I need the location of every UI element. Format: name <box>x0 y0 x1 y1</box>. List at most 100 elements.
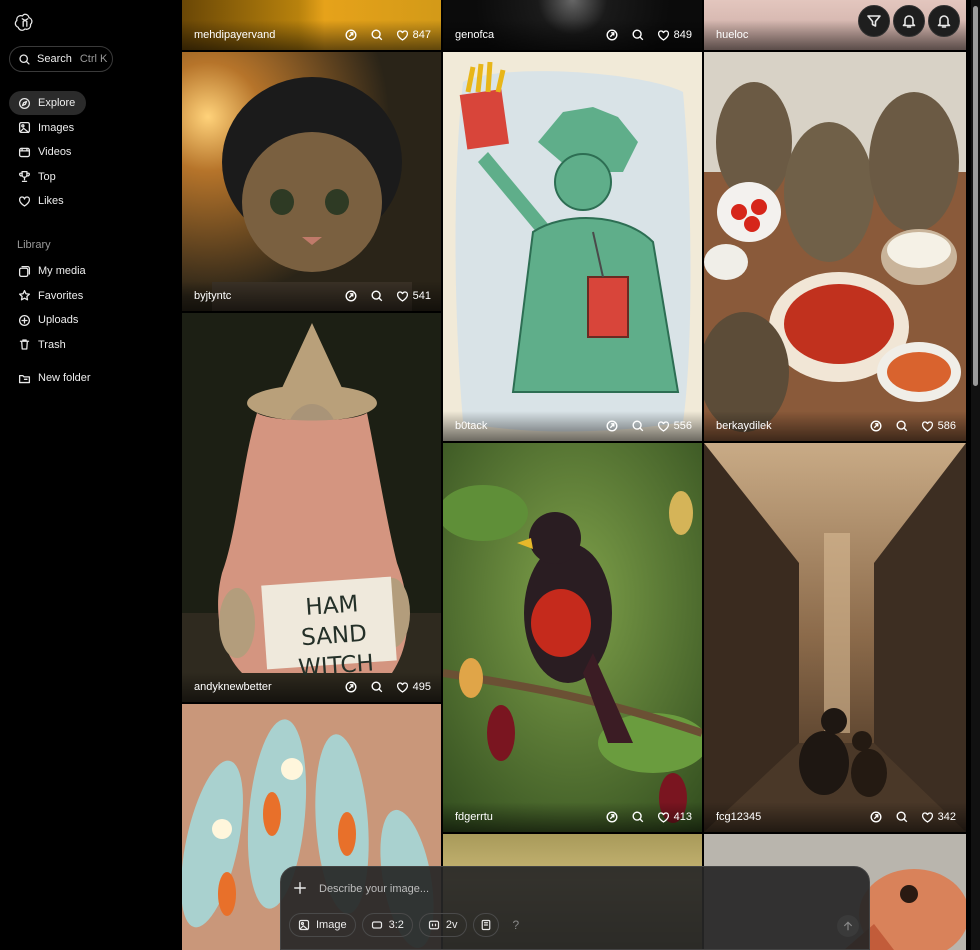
feed-tile[interactable]: b0tack 556 <box>443 52 702 441</box>
feed-tile[interactable]: byjtyntc 541 <box>182 52 441 311</box>
tile-image <box>704 52 966 441</box>
tile-username[interactable]: genofca <box>455 29 593 41</box>
nav-item-videos[interactable]: Videos <box>9 140 174 164</box>
media-icon <box>18 265 31 277</box>
like-button[interactable]: 847 <box>396 29 431 42</box>
video-icon <box>18 147 31 157</box>
like-button[interactable]: 556 <box>657 420 692 433</box>
nav-item-top[interactable]: Top <box>9 165 174 189</box>
media-type-button[interactable]: Image <box>289 913 356 937</box>
zoom-icon[interactable] <box>631 419 645 433</box>
search-button[interactable]: Search Ctrl K <box>9 46 113 72</box>
variations-button[interactable]: 2v <box>418 913 467 937</box>
tile-username[interactable]: andyknewbetter <box>194 681 332 693</box>
help-button[interactable]: ? <box>513 913 520 937</box>
feed-tile[interactable]: berkaydilek 586 <box>704 52 966 441</box>
presets-button[interactable] <box>472 913 499 937</box>
submit-button[interactable] <box>837 915 859 937</box>
tile-image <box>443 52 702 441</box>
zoom-icon[interactable] <box>370 28 384 42</box>
notifications-button-2[interactable] <box>928 5 960 37</box>
filter-button[interactable] <box>858 5 890 37</box>
heart-icon <box>921 420 933 432</box>
media-type-label: Image <box>316 919 347 931</box>
feed-tile[interactable]: fdgerrtu 413 <box>443 443 702 832</box>
nav-item-uploads[interactable]: Uploads <box>9 308 174 332</box>
tile-image <box>704 443 966 832</box>
like-button[interactable]: 849 <box>657 29 692 42</box>
heart-icon <box>657 420 669 432</box>
remix-icon[interactable] <box>344 289 358 303</box>
tile-caption: hueloc <box>704 20 966 50</box>
like-count: 556 <box>673 420 692 432</box>
star-icon <box>18 289 31 301</box>
feed-tile[interactable]: fcg12345 342 <box>704 443 966 832</box>
tile-caption: fcg12345 342 <box>704 802 966 832</box>
remix-icon[interactable] <box>869 810 883 824</box>
like-count: 541 <box>412 290 431 302</box>
zoom-icon[interactable] <box>631 810 645 824</box>
new-folder-button[interactable]: New folder <box>9 366 174 390</box>
remix-icon[interactable] <box>869 419 883 433</box>
trophy-icon <box>19 170 30 183</box>
bell-icon <box>902 15 916 28</box>
feed-tile[interactable]: mehdipayervand 847 <box>182 0 441 50</box>
nav-item-explore[interactable]: Explore <box>9 91 86 115</box>
sidebar: Search Ctrl K Explore Images Videos Top <box>0 0 180 950</box>
zoom-icon[interactable] <box>631 28 645 42</box>
remix-icon[interactable] <box>344 680 358 694</box>
tile-caption: byjtyntc 541 <box>182 281 441 311</box>
nav-item-images[interactable]: Images <box>9 116 174 140</box>
remix-icon[interactable] <box>605 28 619 42</box>
composer-options: Image 3:2 2v ? <box>289 913 519 937</box>
heart-icon <box>657 811 669 823</box>
nav-label: Videos <box>38 146 72 158</box>
nav-item-trash[interactable]: Trash <box>9 333 174 357</box>
like-button[interactable]: 413 <box>657 811 692 824</box>
tile-username[interactable]: berkaydilek <box>716 420 857 432</box>
feed-tile[interactable]: hueloc <box>704 0 966 50</box>
zoom-icon[interactable] <box>370 289 384 303</box>
aspect-ratio-label: 3:2 <box>388 919 404 931</box>
nav-item-likes[interactable]: Likes <box>9 189 174 213</box>
tile-username[interactable]: b0tack <box>455 420 593 432</box>
like-button[interactable]: 586 <box>921 420 956 433</box>
compass-icon <box>18 97 31 109</box>
like-button[interactable]: 495 <box>396 681 431 694</box>
nav-item-my-media[interactable]: My media <box>9 259 174 283</box>
feed-tile[interactable]: HAM SAND WITCH andyknewbetter 495 <box>182 313 441 702</box>
plus-icon[interactable] <box>293 881 307 895</box>
tile-username[interactable]: fdgerrtu <box>455 811 593 823</box>
prompt-input[interactable]: Describe your image... <box>319 883 429 895</box>
tile-caption: berkaydilek 586 <box>704 411 966 441</box>
scrollbar-thumb[interactable] <box>973 6 978 386</box>
new-folder-nav: New folder <box>9 366 174 391</box>
zoom-icon[interactable] <box>895 419 909 433</box>
like-button[interactable]: 541 <box>396 290 431 303</box>
aspect-ratio-button[interactable]: 3:2 <box>361 913 413 937</box>
sign-line: HAM SAND <box>300 591 368 652</box>
tile-image <box>443 443 702 832</box>
feed-tile[interactable]: genofca 849 <box>443 0 702 50</box>
explore-feed: mehdipayervand 847 genofca 849 hueloc by… <box>182 0 968 950</box>
nav-item-favorites[interactable]: Favorites <box>9 284 174 308</box>
main-nav: Explore Images Videos Top Likes <box>9 91 174 214</box>
witch-sign: HAM SAND WITCH <box>271 587 397 685</box>
trash-icon <box>19 339 30 350</box>
tile-caption: andyknewbetter 495 <box>182 672 441 702</box>
arrow-up-icon <box>844 921 852 931</box>
heart-icon <box>396 29 408 41</box>
scrollbar[interactable] <box>971 0 980 950</box>
like-button[interactable]: 342 <box>921 811 956 824</box>
openai-logo-icon[interactable] <box>14 11 36 33</box>
remix-icon[interactable] <box>344 28 358 42</box>
remix-icon[interactable] <box>605 810 619 824</box>
tile-username[interactable]: byjtyntc <box>194 290 332 302</box>
notifications-button[interactable] <box>893 5 925 37</box>
tile-username[interactable]: fcg12345 <box>716 811 857 823</box>
zoom-icon[interactable] <box>895 810 909 824</box>
like-count: 413 <box>673 811 692 823</box>
zoom-icon[interactable] <box>370 680 384 694</box>
remix-icon[interactable] <box>605 419 619 433</box>
tile-username[interactable]: mehdipayervand <box>194 29 332 41</box>
